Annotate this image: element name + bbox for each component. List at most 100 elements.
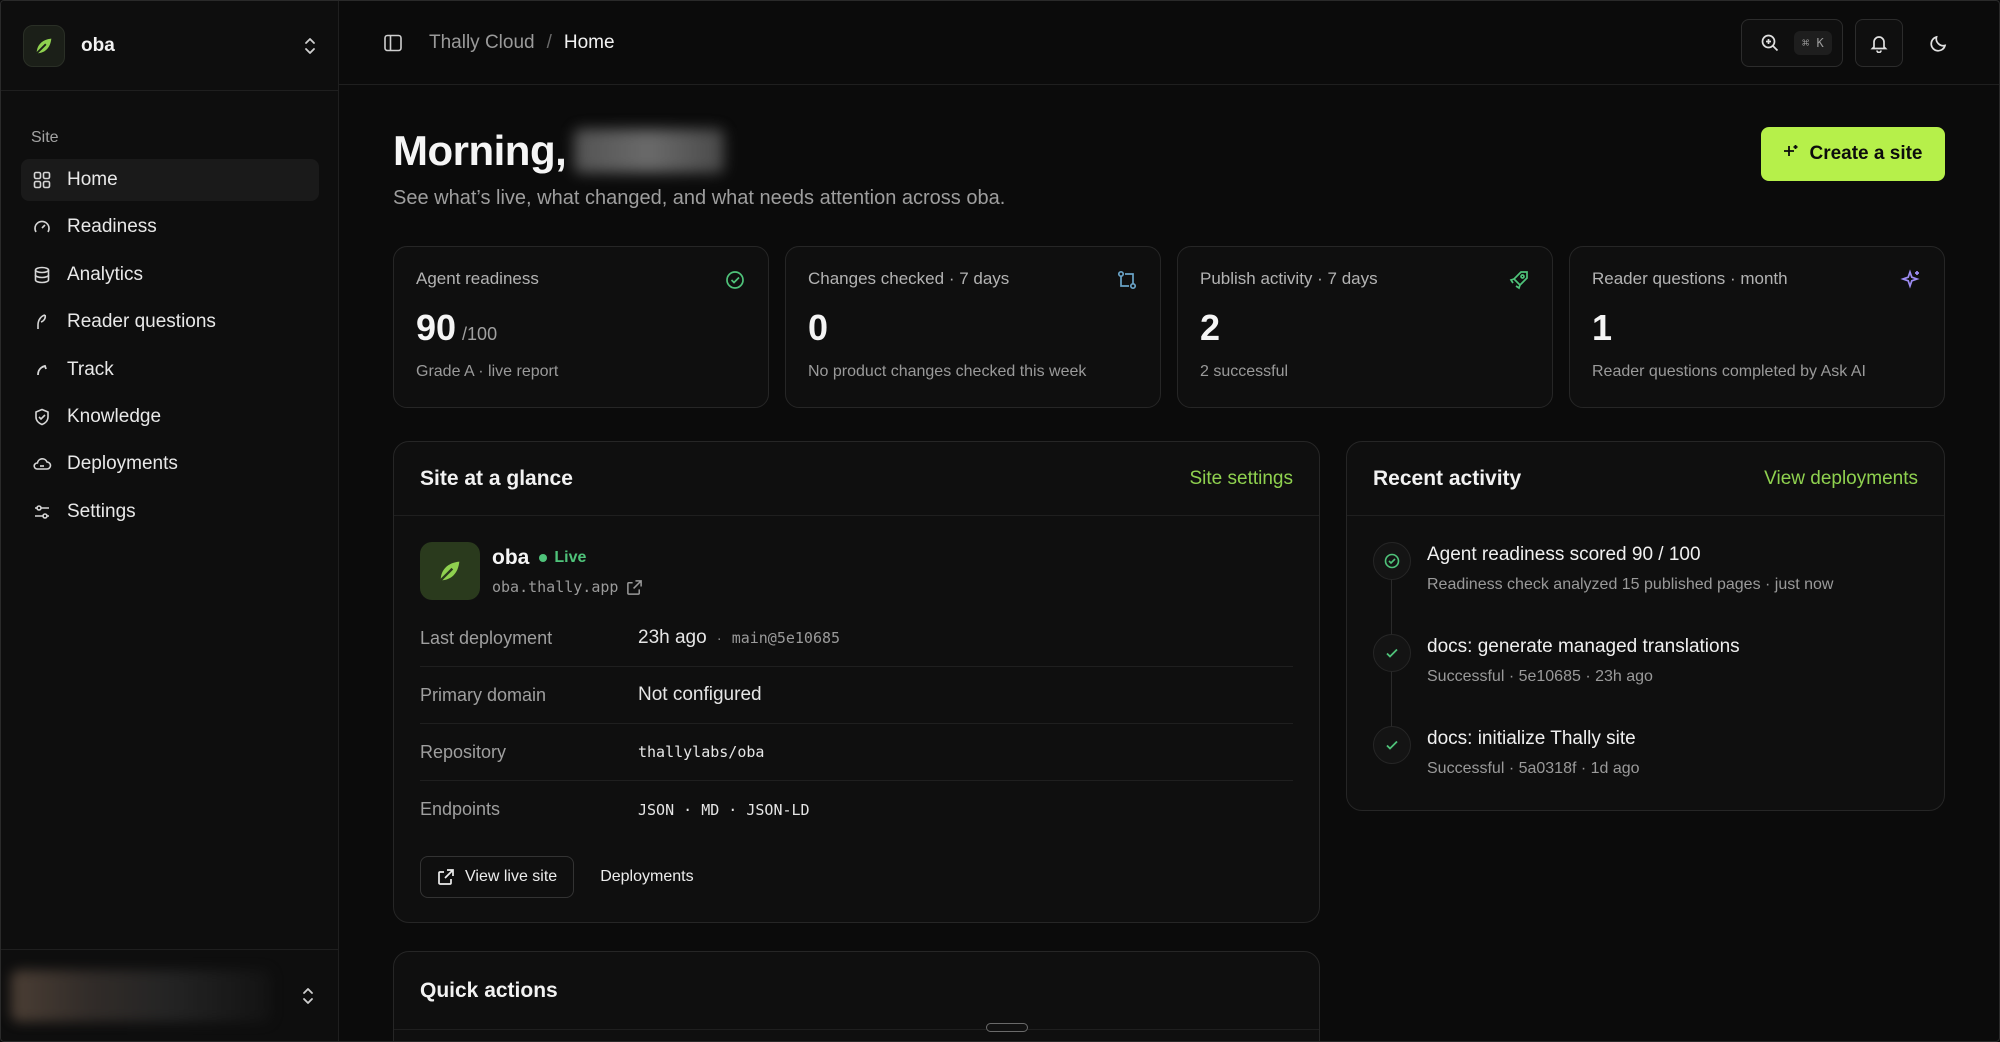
search-button[interactable]: ⌘ K [1741,19,1843,67]
view-deployments-link[interactable]: View deployments [1764,468,1918,490]
site-identity: oba Live oba.thally.app [420,542,643,600]
search-icon [1761,34,1779,52]
recent-activity-card: Recent activity View deployments Agent r… [1346,441,1945,811]
detail-row-last-deployment: Last deployment 23h ago · main@5e10685 [420,610,1293,667]
stat-value: 90 /100 [416,307,746,349]
sidebar-nav: Home Readiness Analytics Reader question… [21,159,319,538]
notifications-button[interactable] [1855,19,1903,67]
sidebar-item-track[interactable]: Track [21,349,319,391]
sidebar-item-deployments[interactable]: Deployments [21,443,319,485]
chevron-up-down-icon [303,36,317,56]
sidebar-toggle-icon[interactable] [381,31,405,55]
stat-card-reader-questions[interactable]: Reader questions · month 1 Reader questi… [1569,246,1945,408]
glance-actions: View live site Deployments [420,856,694,898]
sidebar-item-analytics[interactable]: Analytics [21,254,319,296]
user-switcher[interactable] [1,949,339,1041]
redacted-username [574,129,725,173]
stat-label: Agent readiness [416,269,539,288]
activity-meta: Successful · 5e10685 · 23h ago [1427,668,1653,685]
detail-row-primary-domain: Primary domain Not configured [420,667,1293,724]
stat-number: 1 [1592,307,1613,348]
scroll-indicator[interactable] [986,1023,1028,1032]
stat-note: 2 successful [1200,363,1289,380]
org-name: oba [81,34,115,56]
gauge-icon [31,216,53,238]
stat-card-agent-readiness[interactable]: Agent readiness 90 /100 Grade A · live r… [393,246,769,408]
breadcrumb-separator: / [546,31,552,53]
detail-value: JSON · MD · JSON-LD [638,800,810,819]
deployments-button[interactable]: Deployments [600,868,693,886]
stat-suffix: /100 [462,324,498,344]
sidebar-item-label: Settings [67,500,136,522]
breadcrumb: Thally Cloud / Home [429,32,615,54]
stat-card-changes-checked[interactable]: Changes checked · 7 days 0 No product ch… [785,246,1161,408]
stat-label: Publish activity · 7 days [1200,269,1378,288]
quick-actions-card: Quick actions [393,951,1320,1041]
moon-icon [1930,35,1947,52]
org-switcher[interactable]: oba [1,1,339,91]
activity-item[interactable]: docs: initialize Thally site Successful … [1373,726,1923,818]
card-title: Quick actions [420,978,558,1002]
stat-card-publish-activity[interactable]: Publish activity · 7 days 2 2 successful [1177,246,1553,408]
stat-value: 1 [1592,307,1922,349]
activity-title: Agent readiness scored 90 / 100 [1427,544,1701,565]
stat-label: Changes checked · 7 days [808,269,1010,288]
external-link-icon [438,869,454,885]
deployment-age: 23h ago [638,627,707,648]
external-link-icon[interactable] [626,579,643,596]
topbar: Thally Cloud / Home ⌘ K [339,1,1999,85]
separator: · [716,629,722,647]
site-glance-card: Site at a glance Site settings oba Live … [393,441,1320,923]
sidebar-item-settings[interactable]: Settings [21,491,319,533]
theme-toggle-button[interactable] [1915,19,1963,67]
check-circle-icon [726,271,744,289]
activity-item[interactable]: docs: generate managed translations Succ… [1373,634,1923,726]
activity-item[interactable]: Agent readiness scored 90 / 100 Readines… [1373,542,1923,634]
site-settings-link[interactable]: Site settings [1190,468,1294,490]
breadcrumb-root[interactable]: Thally Cloud [429,32,535,54]
grid-icon [31,169,53,191]
card-header: Site at a glance Site settings [394,442,1319,516]
stat-number: 2 [1200,307,1221,348]
leaf-icon [36,38,52,54]
sidebar: oba Site Home Readiness Analytics Reader… [1,1,339,1041]
stat-number: 90 [416,307,457,348]
create-site-label: Create a site [1809,143,1923,164]
database-icon [31,264,53,286]
detail-row-repository: Repository thallylabs/oba [420,724,1293,781]
activity-meta: Successful · 5a0318f · 1d ago [1427,760,1640,777]
sidebar-item-readiness[interactable]: Readiness [21,206,319,248]
sidebar-item-label: Home [67,169,118,190]
site-url[interactable]: oba.thally.app [492,578,618,596]
gauge-check-icon [1373,542,1411,580]
view-live-site-button[interactable]: View live site [420,856,575,898]
detail-row-endpoints: Endpoints JSON · MD · JSON-LD [420,781,1293,838]
sidebar-item-home[interactable]: Home [21,159,319,201]
sliders-icon [31,501,53,523]
stat-note: Reader questions completed by Ask AI [1592,363,1866,380]
cloud-icon [31,453,53,475]
create-site-button[interactable]: Create a site [1761,127,1945,181]
git-compare-icon [1117,270,1137,290]
rocket-icon [1509,271,1528,290]
activity-title: docs: initialize Thally site [1427,728,1636,749]
check-icon [1373,726,1411,764]
status-badge: Live [554,549,587,566]
page-title: Morning, [393,127,567,174]
breadcrumb-current: Home [563,31,615,53]
sidebar-item-label: Readiness [67,216,157,238]
button-label: View live site [465,868,558,885]
stat-note: No product changes checked this week [808,363,1087,380]
search-shortcut: ⌘ K [1794,31,1832,55]
avatar [11,969,271,1022]
sidebar-item-knowledge[interactable]: Knowledge [21,396,319,438]
activity-meta: Readiness check analyzed 15 published pa… [1427,576,1834,593]
stats-row: Agent readiness 90 /100 Grade A · live r… [393,246,1945,408]
sidebar-item-reader-questions[interactable]: Reader questions [21,301,319,343]
site-info: oba Live oba.thally.app [492,546,643,596]
card-title: Site at a glance [420,466,573,490]
detail-value: 23h ago · main@5e10685 [638,627,840,649]
org-logo [23,24,65,67]
card-title: Recent activity [1373,466,1522,490]
check-icon [1373,634,1411,672]
